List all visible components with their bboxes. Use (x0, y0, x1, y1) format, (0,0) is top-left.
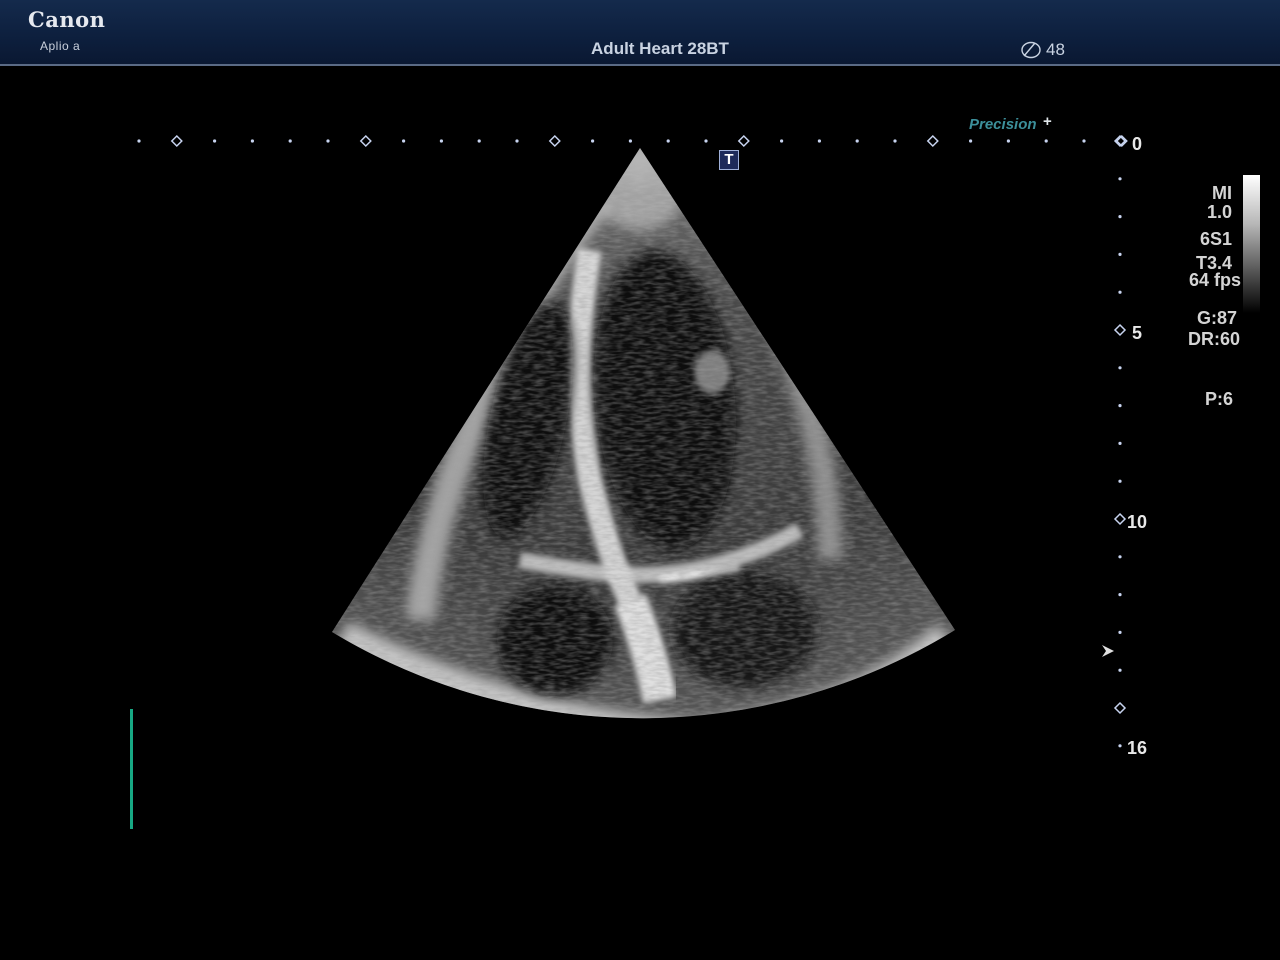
depth-label-5: 5 (1132, 323, 1143, 343)
power-value[interactable]: P:6 (1205, 390, 1233, 408)
depth-label-0: 0 (1132, 134, 1143, 154)
depth-scale-minor-tick (1118, 366, 1122, 370)
dynamic-range-value[interactable]: DR:60 (1188, 330, 1240, 348)
probe-model: 6S1 (1199, 229, 1232, 249)
depth-scale-minor-tick (1118, 404, 1122, 408)
depth-scale-major-tick (1113, 701, 1127, 715)
depth-scale-minor-tick (1118, 555, 1122, 559)
depth-scale-minor-tick (1118, 744, 1122, 748)
depth-label-10: 10 (1127, 512, 1148, 532)
grayscale-bar (1243, 175, 1260, 313)
depth-scale-minor-tick (1118, 252, 1122, 256)
depth-scale-minor-tick (1118, 290, 1122, 294)
depth-scale-minor-tick (1118, 593, 1122, 597)
ultrasound-screen: Canon Aplio a Adult Heart 28BT 48 Precis… (0, 0, 1280, 960)
depth-label-16: 16 (1127, 738, 1148, 758)
ecg-trace (130, 709, 133, 829)
mechanical-index-value: 1.0 (1206, 202, 1232, 222)
gain-value[interactable]: G:87 (1197, 309, 1237, 327)
depth-scale-minor-tick (1118, 668, 1122, 672)
depth-scale-minor-tick (1118, 441, 1122, 445)
depth-scale-major-tick (1113, 323, 1127, 337)
depth-scale (1102, 134, 1127, 748)
depth-scale-minor-tick (1118, 215, 1122, 219)
depth-scale-minor-tick (1118, 479, 1122, 483)
mechanical-index-label: MI (1212, 183, 1232, 203)
depth-scale-major-tick (1113, 512, 1127, 526)
depth-scale-major-tick (1113, 134, 1127, 148)
focus-depth-marker (1102, 645, 1114, 657)
depth-scale-minor-tick (1118, 630, 1122, 635)
depth-scale-minor-tick (1118, 177, 1122, 181)
frame-rate: 64 fps (1188, 270, 1241, 290)
transducer-orientation-marker: T (719, 150, 739, 170)
